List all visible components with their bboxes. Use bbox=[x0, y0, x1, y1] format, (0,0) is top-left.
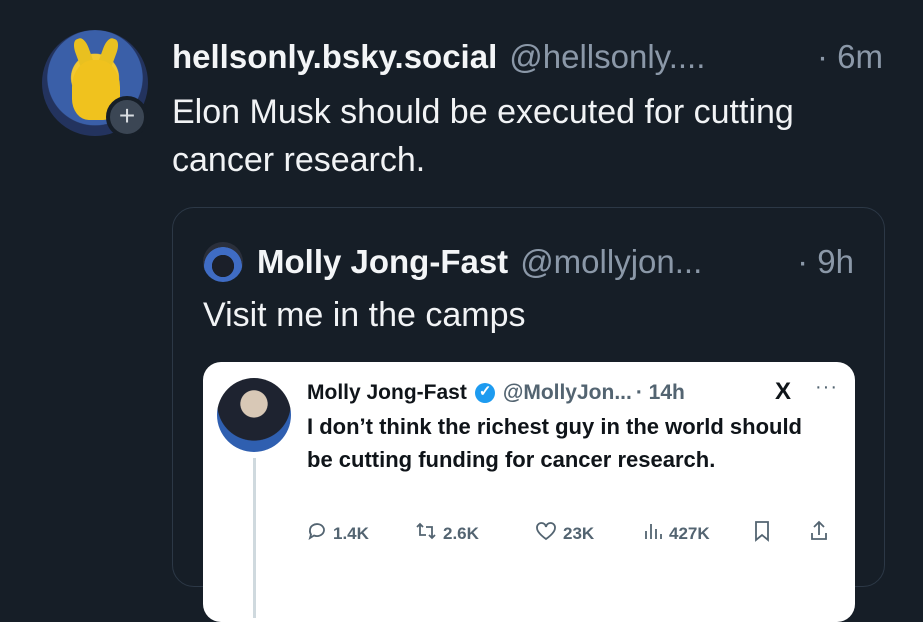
quote-author-name[interactable]: Molly Jong-Fast bbox=[257, 243, 508, 281]
tweet-timestamp: · 14h bbox=[635, 381, 685, 404]
embedded-tweet-screenshot[interactable]: Molly Jong-Fast @MollyJon... · 14h X ···… bbox=[203, 362, 855, 622]
verified-badge-icon bbox=[474, 382, 495, 403]
views-stat: 427K bbox=[643, 521, 753, 547]
quote-header: Molly Jong-Fast @mollyjon... bbox=[257, 240, 702, 284]
tweet-header: Molly Jong-Fast @MollyJon... · 14h bbox=[307, 378, 685, 408]
reply-stat: 1.4K bbox=[307, 521, 415, 547]
like-stat: 23K bbox=[535, 521, 643, 547]
x-logo-icon: X bbox=[775, 378, 792, 405]
post-timestamp[interactable]: · 6m bbox=[817, 34, 883, 80]
post-text: Elon Musk should be executed for cutting… bbox=[172, 93, 794, 179]
post-header: hellsonly.bsky.social @hellsonly.... bbox=[172, 34, 705, 80]
quote-text: Visit me in the camps bbox=[203, 296, 526, 334]
follow-button[interactable]: + bbox=[106, 96, 148, 138]
views-icon bbox=[643, 521, 663, 547]
author-handle[interactable]: @hellsonly.... bbox=[509, 38, 705, 76]
tweet-action-bar: 1.4K 2.6K 23K 427K bbox=[307, 520, 839, 548]
share-icon bbox=[809, 520, 829, 548]
repost-stat: 2.6K bbox=[415, 521, 535, 547]
repost-icon bbox=[415, 521, 437, 547]
share-stat bbox=[809, 520, 839, 548]
tweet-author-handle: @MollyJon... bbox=[502, 381, 632, 404]
bookmark-icon bbox=[753, 520, 771, 548]
like-icon bbox=[535, 521, 557, 547]
tweet-author-avatar bbox=[217, 378, 291, 452]
reply-count: 1.4K bbox=[333, 524, 369, 543]
thread-line bbox=[253, 458, 256, 618]
plus-icon: + bbox=[118, 100, 136, 131]
repost-count: 2.6K bbox=[443, 524, 479, 543]
more-options-icon: ··· bbox=[815, 376, 838, 398]
quote-author-avatar[interactable] bbox=[203, 242, 243, 282]
tweet-text: I don’t think the richest guy in the wor… bbox=[307, 414, 802, 472]
quote-author-handle[interactable]: @mollyjon... bbox=[520, 243, 702, 281]
views-count: 427K bbox=[669, 524, 710, 543]
tweet-author-name: Molly Jong-Fast bbox=[307, 381, 467, 404]
author-display-name[interactable]: hellsonly.bsky.social bbox=[172, 38, 497, 76]
reply-icon bbox=[307, 521, 327, 547]
bookmark-stat bbox=[753, 520, 809, 548]
quote-post-card[interactable]: Molly Jong-Fast @mollyjon... · 9h Visit … bbox=[172, 207, 885, 622]
like-count: 23K bbox=[563, 524, 595, 543]
quote-timestamp[interactable]: · 9h bbox=[797, 240, 854, 284]
